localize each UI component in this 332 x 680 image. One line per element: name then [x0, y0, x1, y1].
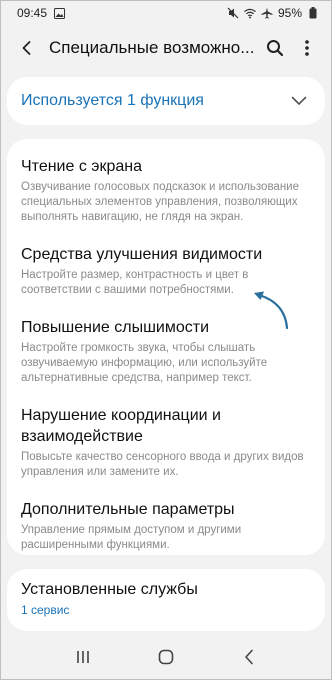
menu-item-title: Средства улучшения видимости — [21, 246, 263, 263]
mute-icon — [227, 7, 239, 19]
accessibility-menu-card: Чтение с экрана Озвучивание голосовых по… — [7, 139, 325, 555]
installed-services-card[interactable]: Установленные службы 1 сервис — [7, 569, 325, 631]
menu-item-screen-reader[interactable]: Чтение с экрана Озвучивание голосовых по… — [7, 147, 325, 235]
menu-item-advanced-settings[interactable]: Дополнительные параметры Управление прям… — [7, 490, 325, 563]
menu-item-title: Чтение с экрана — [21, 158, 142, 175]
menu-item-description: Повысьте качество сенсорного ввода и дру… — [21, 451, 304, 478]
back-arrow-icon — [22, 41, 31, 55]
search-icon — [267, 40, 284, 57]
chevron-down-icon — [291, 96, 307, 105]
home-icon — [158, 649, 174, 665]
airplane-icon — [261, 7, 273, 19]
menu-item-title: Нарушение координации и взаимодействие — [21, 407, 221, 445]
active-functions-card[interactable]: Используется 1 функция — [7, 77, 325, 125]
more-options-button[interactable] — [291, 32, 323, 64]
phone-screen: 09:45 95% Специальные возможно... Исполь… — [0, 0, 332, 680]
active-functions-label: Используется 1 функция — [21, 92, 204, 109]
menu-item-description: Озвучивание голосовых подсказок и исполь… — [21, 181, 299, 223]
annotation-arrow-icon — [254, 291, 289, 330]
image-icon — [53, 7, 65, 19]
installed-services-title: Установленные службы — [21, 581, 198, 598]
back-nav-button[interactable] — [229, 642, 269, 672]
navigation-bar — [1, 635, 331, 679]
battery-icon — [307, 7, 319, 19]
back-button[interactable] — [11, 32, 43, 64]
recents-icon — [76, 651, 89, 663]
menu-item-description: Настройте громкость звука, чтобы слышать… — [21, 342, 268, 384]
battery-percent: 95% — [277, 6, 302, 20]
back-nav-icon — [245, 649, 254, 665]
app-bar: Специальные возможно... — [1, 25, 331, 71]
expand-button[interactable] — [287, 89, 311, 113]
menu-item-interaction-dexterity[interactable]: Нарушение координации и взаимодействие П… — [7, 396, 325, 490]
more-vert-icon — [305, 40, 309, 56]
status-bar: 09:45 95% — [1, 1, 331, 25]
recents-button[interactable] — [63, 642, 103, 672]
menu-item-description: Управление прямым доступом и другими рас… — [21, 524, 242, 551]
search-button[interactable] — [259, 32, 291, 64]
wifi-icon — [244, 7, 256, 19]
home-button[interactable] — [146, 642, 186, 672]
status-time: 09:45 — [17, 6, 48, 20]
menu-item-title: Дополнительные параметры — [21, 501, 235, 518]
page-title: Специальные возможно... — [49, 38, 255, 57]
installed-services-count: 1 сервис — [21, 603, 70, 617]
